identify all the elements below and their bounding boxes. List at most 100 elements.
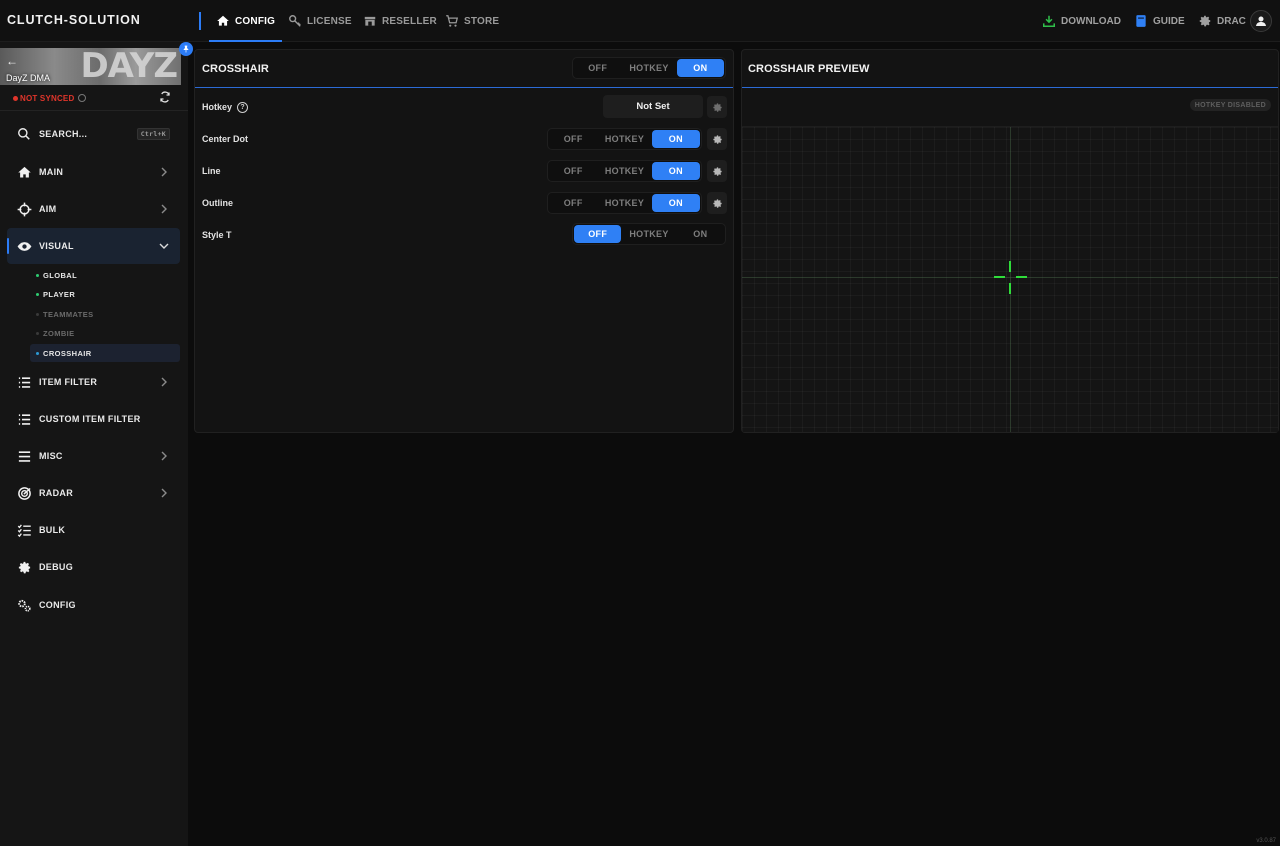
crosshair-preview-panel: CROSSHAIR PREVIEW HOTKEY DISABLED	[741, 49, 1279, 433]
toggle-hotkey[interactable]: HOTKEY	[597, 162, 651, 180]
gear-icon	[1199, 15, 1211, 27]
sub-item-player[interactable]: PLAYER	[30, 285, 180, 303]
search-input[interactable]: SEARCH... Ctrl+K	[17, 126, 170, 142]
book-icon	[1136, 15, 1146, 27]
version-label: v3.0.87	[1256, 838, 1276, 844]
tab-store[interactable]: STORE	[445, 0, 499, 42]
store-icon	[364, 16, 376, 26]
info-icon[interactable]	[78, 94, 87, 102]
chevron-down-icon	[159, 243, 169, 249]
tab-license[interactable]: LICENSE	[288, 0, 352, 42]
crosshair-preview-canvas	[742, 126, 1278, 432]
chevron-right-icon	[161, 167, 167, 177]
game-banner[interactable]: DAYZ ← DayZ DMA	[0, 48, 181, 85]
sub-item-label: PLAYER	[43, 289, 76, 299]
sidebar-item-label: DEBUG	[39, 562, 74, 572]
toggle-off[interactable]: OFF	[549, 162, 597, 180]
hotkey-settings-button[interactable]	[707, 96, 727, 118]
sidebar-item-label: RADAR	[39, 488, 73, 498]
gear-icon	[18, 561, 31, 573]
toggle-off[interactable]: OFF	[574, 225, 622, 243]
toggle-on[interactable]: ON	[676, 59, 725, 77]
sidebar-item-misc[interactable]: MISC	[7, 438, 180, 474]
refresh-icon[interactable]	[159, 91, 171, 103]
toggle-on[interactable]: ON	[651, 194, 700, 212]
hotkey-row-label: Hotkey?	[202, 102, 249, 114]
sidebar-item-visual[interactable]: VISUAL	[7, 228, 180, 264]
center-dot-settings-button[interactable]	[707, 128, 727, 150]
gears-icon	[18, 599, 31, 612]
download-button[interactable]: DOWNLOAD	[1042, 0, 1121, 42]
sidebar-item-main[interactable]: MAIN	[7, 154, 180, 190]
outline-toggle[interactable]: OFF HOTKEY ON	[547, 192, 702, 214]
tab-store-label: STORE	[464, 15, 500, 27]
toggle-off[interactable]: OFF	[574, 59, 621, 77]
toggle-hotkey[interactable]: HOTKEY	[597, 130, 651, 148]
toggle-off[interactable]: OFF	[549, 130, 597, 148]
toggle-hotkey[interactable]: HOTKEY	[621, 225, 676, 243]
outline-settings-button[interactable]	[707, 192, 727, 214]
help-icon[interactable]: ?	[237, 102, 249, 114]
panel-title: CROSSHAIR PREVIEW	[748, 63, 870, 75]
pin-icon[interactable]	[179, 42, 193, 56]
status-dot	[36, 292, 39, 296]
center-dot-label: Center Dot	[202, 134, 249, 144]
hotkey-disabled-badge: HOTKEY DISABLED	[1189, 99, 1271, 111]
toggle-on[interactable]: ON	[651, 162, 700, 180]
chevron-right-icon	[161, 204, 167, 214]
sub-item-label: TEAMMATES	[43, 309, 94, 319]
tab-reseller[interactable]: RESELLER	[363, 0, 437, 42]
list-icon	[18, 376, 31, 388]
sidebar-item-aim[interactable]: AIM	[7, 191, 180, 227]
sidebar-item-debug[interactable]: DEBUG	[7, 549, 180, 585]
gear-icon	[712, 102, 722, 112]
sub-item-label: CROSSHAIR	[43, 348, 92, 358]
crosshair-master-toggle[interactable]: OFF HOTKEY ON	[572, 57, 726, 79]
line-toggle[interactable]: OFF HOTKEY ON	[547, 160, 702, 182]
tab-config-label: CONFIG	[235, 15, 276, 27]
toggle-on[interactable]: ON	[651, 130, 700, 148]
line-label: Line	[202, 166, 221, 176]
center-dot-toggle[interactable]: OFF HOTKEY ON	[547, 128, 702, 150]
search-shortcut: Ctrl+K	[136, 128, 170, 140]
radar-icon	[18, 486, 31, 500]
crosshair-line-right	[1016, 276, 1027, 278]
preview-axis-vertical	[1010, 127, 1011, 432]
user-name: DRAC	[1217, 15, 1246, 27]
home-icon	[18, 166, 31, 177]
sidebar-item-custom-item-filter[interactable]: CUSTOM ITEM FILTER	[7, 401, 180, 437]
line-settings-button[interactable]	[707, 160, 727, 182]
tab-config[interactable]: CONFIG	[208, 0, 283, 42]
user-settings-button[interactable]: DRAC	[1198, 0, 1246, 42]
sub-item-label: GLOBAL	[43, 270, 78, 280]
sidebar-item-label: ITEM FILTER	[39, 377, 98, 387]
sub-item-zombie[interactable]: ZOMBIE	[30, 324, 180, 342]
hotkey-bind-button[interactable]: Not Set	[603, 95, 703, 118]
download-label: DOWNLOAD	[1061, 15, 1121, 27]
toggle-off[interactable]: OFF	[549, 194, 597, 212]
top-bar: CLUTCH-SOLUTION CONFIG LICENSE RESELLER …	[0, 0, 1280, 42]
sidebar-item-config[interactable]: CONFIG	[7, 587, 180, 623]
user-avatar-button[interactable]	[1250, 10, 1272, 32]
sub-item-teammates[interactable]: TEAMMATES	[30, 305, 180, 323]
sync-status: NOT SYNCED	[13, 91, 171, 104]
sidebar-item-item-filter[interactable]: ITEM FILTER	[7, 364, 180, 400]
panel-header: CROSSHAIR OFF HOTKEY ON	[195, 50, 733, 88]
toggle-on[interactable]: ON	[677, 225, 724, 243]
style-t-toggle[interactable]: OFF HOTKEY ON	[572, 223, 726, 245]
sidebar-item-label: BULK	[39, 525, 66, 535]
sub-item-global[interactable]: GLOBAL	[30, 266, 180, 284]
sidebar-item-radar[interactable]: RADAR	[7, 475, 180, 511]
sidebar-item-bulk[interactable]: BULK	[7, 512, 180, 548]
toggle-hotkey[interactable]: HOTKEY	[621, 59, 676, 77]
status-dot	[36, 312, 39, 316]
back-arrow-icon[interactable]: ←	[6, 54, 18, 68]
tab-license-label: LICENSE	[307, 15, 352, 27]
toggle-hotkey[interactable]: HOTKEY	[597, 194, 651, 212]
sub-item-crosshair[interactable]: CROSSHAIR	[30, 344, 180, 362]
crosshair-line-left	[994, 276, 1005, 278]
sidebar-divider	[0, 110, 188, 111]
sidebar-item-label: MISC	[39, 451, 63, 461]
search-icon	[18, 128, 30, 140]
guide-button[interactable]: GUIDE	[1134, 0, 1185, 42]
